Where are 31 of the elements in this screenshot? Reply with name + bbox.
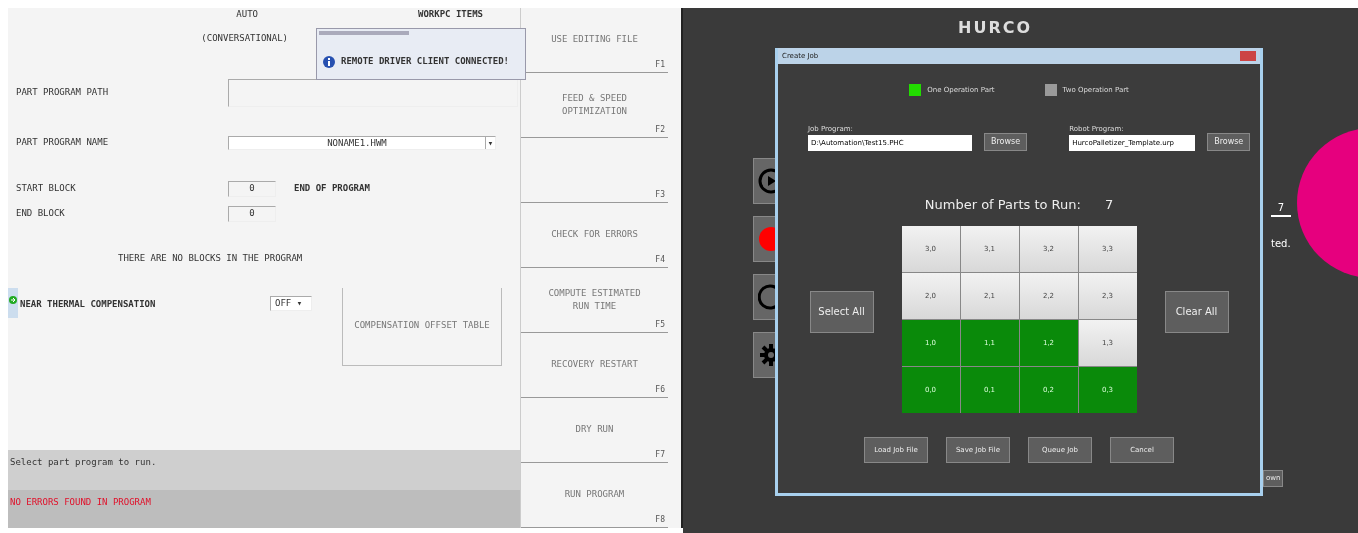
part-type-toggle[interactable] (1044, 84, 1057, 96)
select-all-button[interactable]: Select All (809, 290, 874, 333)
notification-text: REMOTE DRIVER CLIENT CONNECTED! (341, 55, 509, 69)
browse-button[interactable]: Browse (1207, 132, 1251, 151)
path-field[interactable] (228, 79, 518, 107)
parts-label: Number of Parts to Run: (924, 195, 1081, 214)
start-block-field[interactable]: 0 (228, 181, 276, 197)
field-label: START BLOCK (16, 182, 77, 196)
status-text: ted. (1271, 237, 1291, 251)
field-label: END BLOCK (16, 207, 66, 221)
field-label: PART PROGRAM NAME (16, 136, 110, 150)
program-name-dropdown[interactable]: NONAME1.HWM ▾ (228, 136, 496, 150)
clear-all-button[interactable]: Clear All (1164, 290, 1229, 333)
end-block-field[interactable]: 0 (228, 206, 276, 222)
offset-table-button[interactable]: COMPENSATION OFFSET TABLE (342, 287, 502, 366)
logo: HURCO (958, 20, 1033, 36)
prompt-message: Select part program to run. (8, 450, 520, 490)
mode-label: AUTO (236, 8, 258, 21)
field-label: PART PROGRAM PATH (16, 86, 110, 100)
count-field[interactable]: 7 (1271, 200, 1291, 217)
thermal-dropdown[interactable]: OFF ▾ (270, 295, 312, 311)
info-icon (323, 56, 335, 68)
status-text: THERE ARE NO BLOCKS IN THE PROGRAM (118, 252, 304, 265)
header-label: WORKPC ITEMS (418, 8, 484, 21)
browse-button[interactable]: Browse (984, 132, 1028, 151)
end-of-program-label: END OF PROGRAM (294, 182, 370, 196)
field-label: NEAR THERMAL COMPENSATION (20, 297, 157, 311)
mode-type-label: (CONVERSATIONAL) (201, 31, 288, 45)
part-type-toggle[interactable] (909, 84, 922, 96)
parts-count: 7 (1104, 195, 1114, 214)
error-message: NO ERRORS FOUND IN PROGRAM (8, 490, 520, 528)
